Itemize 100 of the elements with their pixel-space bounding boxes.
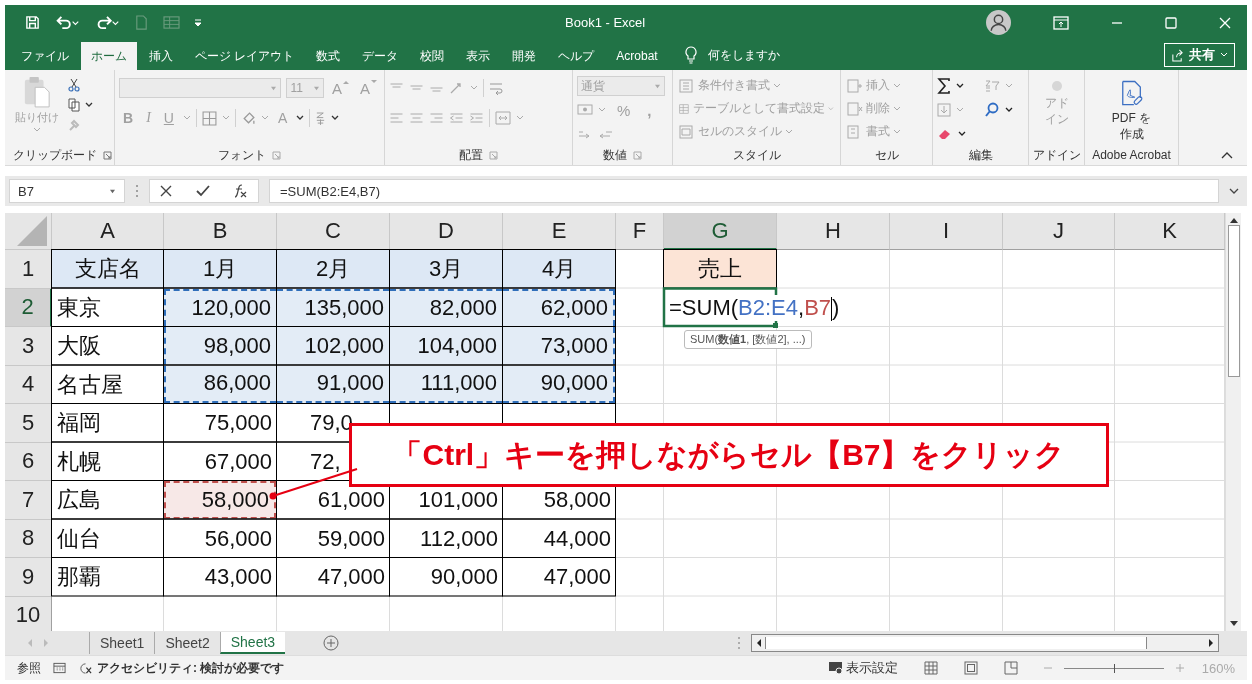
scissors-icon[interactable] — [67, 78, 81, 92]
scroll-up-icon[interactable] — [1229, 217, 1238, 223]
scroll-down-icon[interactable] — [1229, 621, 1238, 627]
increase-indent-icon[interactable] — [469, 112, 484, 124]
row-header[interactable]: 7 — [5, 481, 52, 520]
caret-icon[interactable] — [956, 83, 964, 89]
caret-icon[interactable] — [296, 115, 305, 121]
align-lines-icon[interactable] — [409, 112, 424, 124]
display-settings-button[interactable]: 表示設定 — [827, 659, 898, 677]
sort-filter-icon[interactable] — [984, 79, 1000, 93]
dialog-launcher-icon[interactable] — [489, 150, 498, 160]
row-header[interactable]: 8 — [5, 519, 52, 558]
fill-bucket-icon[interactable] — [240, 110, 256, 126]
style-icon[interactable] — [679, 124, 695, 139]
decrease-indent-icon[interactable] — [449, 112, 464, 124]
previous-sheet-icon[interactable] — [27, 639, 33, 647]
zoom-out-icon[interactable] — [1043, 664, 1052, 672]
tell-me-text[interactable]: 何をしますか — [707, 46, 780, 64]
vertical-scrollbar[interactable] — [1225, 213, 1241, 631]
ribbon-tab[interactable]: ファイル — [11, 42, 79, 70]
row-header[interactable]: 1 — [5, 250, 52, 289]
caret-icon[interactable] — [331, 115, 340, 121]
font-name-field[interactable] — [119, 78, 282, 98]
ribbon-tab[interactable]: ページ レイアウト — [185, 42, 305, 70]
ribbon-tab[interactable]: 校閲 — [410, 42, 455, 70]
column-header[interactable]: G — [664, 213, 777, 250]
drag-handle-icon[interactable] — [135, 184, 139, 198]
column-header[interactable]: C — [277, 213, 390, 250]
collapse-ribbon-icon[interactable] — [1221, 151, 1233, 159]
dialog-launcher-icon[interactable] — [103, 150, 112, 160]
cells-icon[interactable] — [847, 78, 863, 93]
save-icon[interactable] — [25, 15, 40, 30]
sheet-tab[interactable]: Sheet1 — [89, 632, 155, 654]
column-header[interactable]: H — [777, 213, 890, 250]
merge-cells-icon[interactable] — [495, 111, 511, 125]
close-icon[interactable] — [1219, 16, 1231, 29]
maximize-icon[interactable] — [1165, 16, 1177, 29]
style-icon[interactable] — [679, 78, 695, 93]
add-in-icon[interactable] — [1050, 80, 1063, 92]
row-header[interactable]: 5 — [5, 404, 52, 443]
accessibility-icon[interactable] — [78, 661, 93, 675]
insert-function-icon[interactable] — [234, 184, 248, 198]
page-layout-icon[interactable] — [963, 661, 978, 675]
ribbon-tab[interactable]: 挿入 — [139, 42, 183, 70]
ribbon-tab[interactable]: Acrobat — [606, 42, 668, 70]
formula-input[interactable]: =SUM(B2:E4,B7) — [269, 179, 1219, 203]
autosum-icon[interactable] — [937, 78, 951, 94]
eraser-icon[interactable] — [937, 128, 953, 140]
column-header[interactable]: E — [503, 213, 616, 250]
row-header[interactable]: 3 — [5, 327, 52, 366]
currency-icon[interactable] — [577, 103, 593, 117]
macro-record-icon[interactable] — [53, 662, 66, 674]
row-header[interactable]: 9 — [5, 558, 52, 597]
align-lines-icon[interactable] — [429, 112, 444, 124]
borders-icon[interactable] — [201, 110, 217, 126]
column-header[interactable]: F — [616, 213, 664, 250]
caret-icon[interactable] — [958, 131, 966, 137]
scroll-right-icon[interactable] — [1208, 639, 1214, 647]
column-header[interactable]: B — [164, 213, 277, 250]
create-pdf-button[interactable]: PDF を作成 — [1107, 111, 1156, 143]
lightbulb-icon[interactable] — [683, 46, 698, 64]
caret-icon[interactable] — [1005, 107, 1013, 113]
monitor-gear-icon[interactable] — [827, 661, 844, 675]
column-header[interactable]: I — [890, 213, 1003, 250]
scroll-left-icon[interactable] — [756, 639, 762, 647]
normal-view-icon[interactable] — [923, 661, 938, 675]
ribbon-display-icon[interactable] — [1053, 15, 1069, 30]
horizontal-scrollbar[interactable] — [751, 634, 1219, 652]
name-box[interactable]: B7 — [9, 179, 125, 203]
zoom-in-icon[interactable] — [1175, 664, 1184, 672]
down-triangle-icon[interactable] — [371, 79, 377, 84]
share-button[interactable]: 共有 — [1164, 43, 1235, 67]
add-sheet-icon[interactable] — [323, 635, 340, 651]
drag-handle-icon[interactable] — [737, 636, 741, 650]
style-icon[interactable] — [679, 101, 691, 116]
row-header[interactable]: 2 — [5, 288, 52, 327]
row-header[interactable]: 10 — [5, 596, 52, 631]
undo-icon[interactable] — [54, 15, 80, 30]
checkmark-icon[interactable] — [196, 185, 210, 197]
dialog-launcher-icon[interactable] — [272, 150, 281, 160]
up-triangle-icon[interactable] — [343, 79, 349, 84]
cancel-icon[interactable] — [160, 185, 172, 197]
wrap-text-icon[interactable] — [489, 81, 503, 95]
column-header[interactable]: A — [52, 213, 164, 250]
ribbon-tab[interactable]: ホーム — [81, 42, 137, 70]
expand-formula-bar-icon[interactable] — [1229, 188, 1239, 194]
caret-icon[interactable] — [85, 102, 93, 108]
select-all-corner[interactable] — [5, 213, 52, 250]
column-header[interactable]: J — [1003, 213, 1115, 250]
ribbon-tab[interactable]: ヘルプ — [548, 42, 605, 70]
row-header[interactable]: 4 — [5, 365, 52, 404]
sheet-tab[interactable]: Sheet3 — [219, 632, 286, 654]
cells-icon[interactable] — [847, 101, 863, 116]
sheet-tab[interactable]: Sheet2 — [154, 632, 220, 654]
ribbon-tab[interactable]: 開発 — [502, 42, 547, 70]
column-header[interactable]: D — [390, 213, 503, 250]
account-avatar-icon[interactable] — [986, 10, 1011, 35]
paste-icon[interactable] — [23, 76, 51, 108]
customize-caret-icon[interactable] — [194, 18, 202, 27]
dialog-launcher-icon[interactable] — [633, 150, 642, 160]
